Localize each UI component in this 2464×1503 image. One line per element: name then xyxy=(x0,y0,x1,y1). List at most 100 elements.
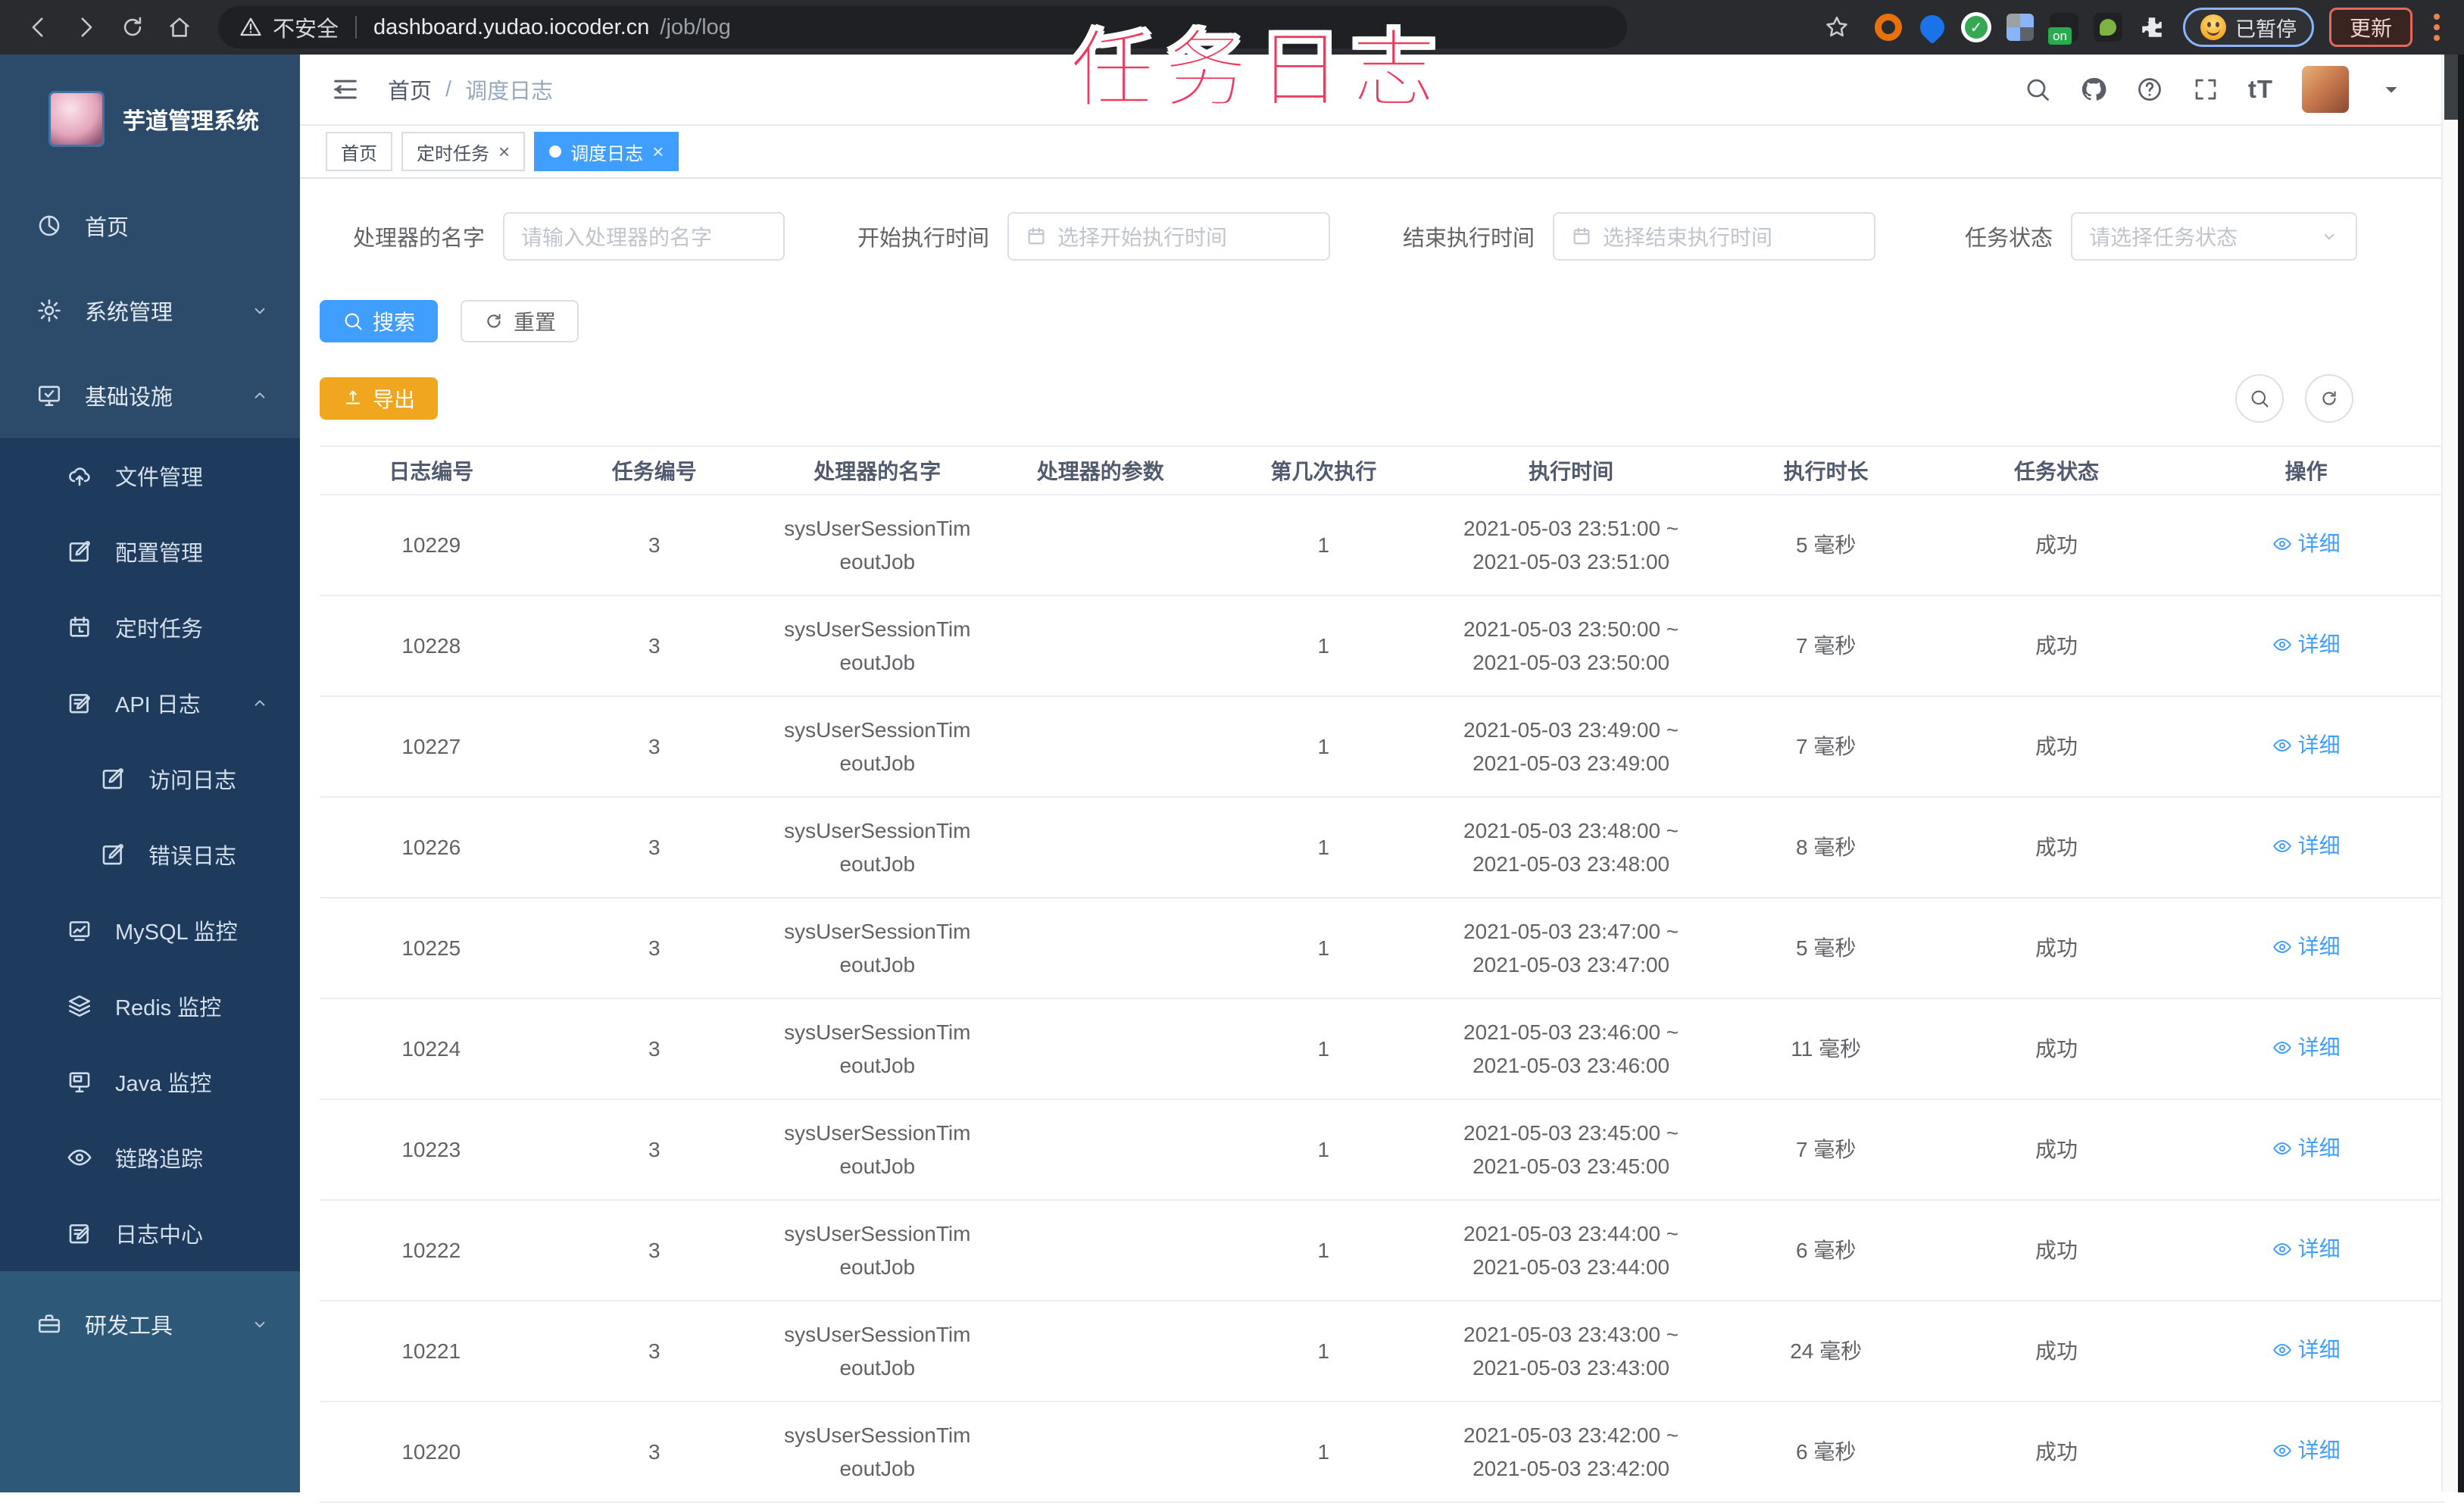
sidebar-item-label: 日志中心 xyxy=(115,1223,204,1248)
sidebar-item-文件管理[interactable]: 文件管理 xyxy=(0,438,300,514)
sidebar-item-系统管理[interactable]: 系统管理 xyxy=(0,268,300,353)
fullscreen-icon[interactable] xyxy=(2192,76,2219,103)
sidebar-item-api-日志[interactable]: API 日志 xyxy=(0,665,300,741)
detail-link[interactable]: 详细 xyxy=(2272,830,2341,863)
cell-log-id: 10222 xyxy=(320,1200,543,1301)
detail-link[interactable]: 详细 xyxy=(2272,729,2341,762)
search-button[interactable]: 搜索 xyxy=(320,300,439,342)
sidebar-item-日志中心[interactable]: 日志中心 xyxy=(0,1195,300,1271)
reload-icon[interactable] xyxy=(112,7,153,48)
table-row: 10223 3 sysUserSessionTimeoutJob 1 2021-05-0… xyxy=(320,1099,2444,1201)
cell-task-id: 3 xyxy=(542,1099,767,1201)
paused-extension-button[interactable]: 已暂停 xyxy=(2182,8,2314,47)
cell-handler-param xyxy=(988,1301,1213,1402)
eye-icon xyxy=(2272,937,2292,957)
search-icon[interactable] xyxy=(2024,76,2051,103)
divider xyxy=(355,16,358,39)
sidebar-item-label: 研发工具 xyxy=(85,1314,173,1339)
chevron-down-icon xyxy=(250,301,270,320)
tag-调度日志[interactable]: 调度日志 × xyxy=(534,132,679,171)
back-icon[interactable] xyxy=(18,7,59,48)
refresh-icon xyxy=(483,311,504,332)
browser-menu-icon[interactable] xyxy=(2428,11,2446,44)
detail-link[interactable]: 详细 xyxy=(2272,1333,2341,1367)
detail-link[interactable]: 详细 xyxy=(2272,1233,2341,1266)
refresh-table-button[interactable] xyxy=(2305,374,2353,423)
sidebar-item-mysql-监控[interactable]: MySQL 监控 xyxy=(0,892,300,968)
user-caret-down-icon[interactable] xyxy=(2378,76,2405,103)
reset-button[interactable]: 重置 xyxy=(461,300,579,342)
detail-link[interactable]: 详细 xyxy=(2272,628,2341,661)
cell-actions: 详细 xyxy=(2168,1301,2444,1402)
sidebar-menu-top: 首页 系统管理 基础设施 xyxy=(0,183,300,438)
eye-icon xyxy=(2272,534,2292,554)
detail-link[interactable]: 详细 xyxy=(2272,527,2341,561)
help-icon[interactable] xyxy=(2136,76,2163,103)
filter-form: 处理器的名字 请输入处理器的名字 开始执行时间 选择开始执行时间 结束执行时间 选择结束执… xyxy=(353,212,2444,261)
sidebar-item-基础设施[interactable]: 基础设施 xyxy=(0,353,300,438)
font-size-icon[interactable]: tT xyxy=(2248,75,2273,104)
onoff-extension-icon[interactable]: on xyxy=(2047,11,2080,45)
sidebar-item-研发工具[interactable]: 研发工具 xyxy=(0,1282,300,1367)
sidebar-item-配置管理[interactable]: 配置管理 xyxy=(0,514,300,589)
filter-input[interactable]: 请输入处理器的名字 xyxy=(503,212,785,261)
close-tag-icon[interactable]: × xyxy=(652,142,664,161)
forward-icon[interactable] xyxy=(65,7,106,48)
sidebar-item-redis-监控[interactable]: Redis 监控 xyxy=(0,968,300,1044)
scrollbar-thumb[interactable] xyxy=(2444,55,2458,120)
toggle-search-button[interactable] xyxy=(2235,374,2284,423)
home-icon[interactable] xyxy=(159,7,200,48)
collapse-sidebar-icon[interactable] xyxy=(330,74,361,105)
cell-execute-time: 2021-05-03 23:45:00 ~2021-05-03 23:45:00 xyxy=(1435,1099,1707,1201)
sidebar-logo-row[interactable]: 芋道管理系统 xyxy=(0,55,300,183)
puzzle-extension-icon[interactable] xyxy=(2136,11,2168,43)
cell-duration: 11 毫秒 xyxy=(1707,998,1945,1100)
mysql-monitor-icon xyxy=(67,917,92,943)
sidebar-item-首页[interactable]: 首页 xyxy=(0,183,300,268)
sidebar-item-访问日志[interactable]: 访问日志 xyxy=(0,741,300,817)
dashboard-icon xyxy=(36,213,62,239)
tag-首页[interactable]: 首页 xyxy=(326,132,392,171)
detail-link[interactable]: 详细 xyxy=(2272,1132,2341,1165)
grid-extension-icon[interactable] xyxy=(2004,11,2036,43)
cell-handler-name: sysUserSessionTimeoutJob xyxy=(766,1301,989,1402)
check-extension-icon[interactable]: ✓ xyxy=(1960,11,1992,43)
export-button[interactable]: 导出 xyxy=(320,377,439,420)
leaf-extension-icon[interactable] xyxy=(2092,11,2124,43)
filter-group: 处理器的名字 请输入处理器的名字 xyxy=(353,212,785,261)
sidebar-item-错误日志[interactable]: 错误日志 xyxy=(0,817,300,892)
cell-handler-param xyxy=(988,696,1213,798)
sidebar-item-定时任务[interactable]: 定时任务 xyxy=(0,589,300,665)
tag-label: 定时任务 xyxy=(417,143,489,164)
browser-update-button[interactable]: 更新 xyxy=(2328,8,2412,47)
calendar-icon xyxy=(1026,226,1047,247)
gear-icon xyxy=(36,298,62,323)
breadcrumb-current: 调度日志 xyxy=(465,80,554,104)
filter-input[interactable]: 选择开始执行时间 xyxy=(1007,212,1331,261)
extension-icons: ✓ on xyxy=(1872,10,2168,45)
status-select[interactable]: 请选择任务状态 xyxy=(2071,212,2358,261)
cell-task-id: 3 xyxy=(542,1200,767,1301)
cell-execute-time: 2021-05-03 23:47:00 ~2021-05-03 23:47:00 xyxy=(1435,898,1707,999)
filter-group: 结束执行时间 选择结束执行时间 xyxy=(1403,212,1876,261)
sidebar-item-java-监控[interactable]: Java 监控 xyxy=(0,1044,300,1120)
table-tools xyxy=(2235,374,2353,423)
access-log-icon xyxy=(100,766,126,792)
detail-link[interactable]: 详细 xyxy=(2272,930,2341,964)
column-header: 处理器的名字 xyxy=(766,445,989,495)
github-icon[interactable] xyxy=(2080,76,2107,103)
page-scrollbar[interactable] xyxy=(2441,55,2458,1492)
tag-定时任务[interactable]: 定时任务 × xyxy=(401,132,526,171)
filter-input[interactable]: 选择结束执行时间 xyxy=(1553,212,1876,261)
pin-extension-icon[interactable] xyxy=(1915,10,1950,45)
job-log-table: 日志编号 任务编号 处理器的名字 处理器的参数 第几次执行 执行时间 执行时长 任务状态 操作 … xyxy=(320,445,2444,1503)
breadcrumb-home[interactable]: 首页 xyxy=(388,73,432,105)
cell-execute-index: 1 xyxy=(1212,696,1435,798)
close-tag-icon[interactable]: × xyxy=(498,142,510,161)
detail-link[interactable]: 详细 xyxy=(2272,1031,2341,1064)
detail-link[interactable]: 详细 xyxy=(2272,1434,2341,1467)
ring-extension-icon[interactable] xyxy=(1872,11,1904,43)
sidebar-item-链路追踪[interactable]: 链路追踪 xyxy=(0,1120,300,1195)
user-avatar[interactable] xyxy=(2302,66,2349,113)
bookmark-star-icon[interactable] xyxy=(1816,7,1857,48)
